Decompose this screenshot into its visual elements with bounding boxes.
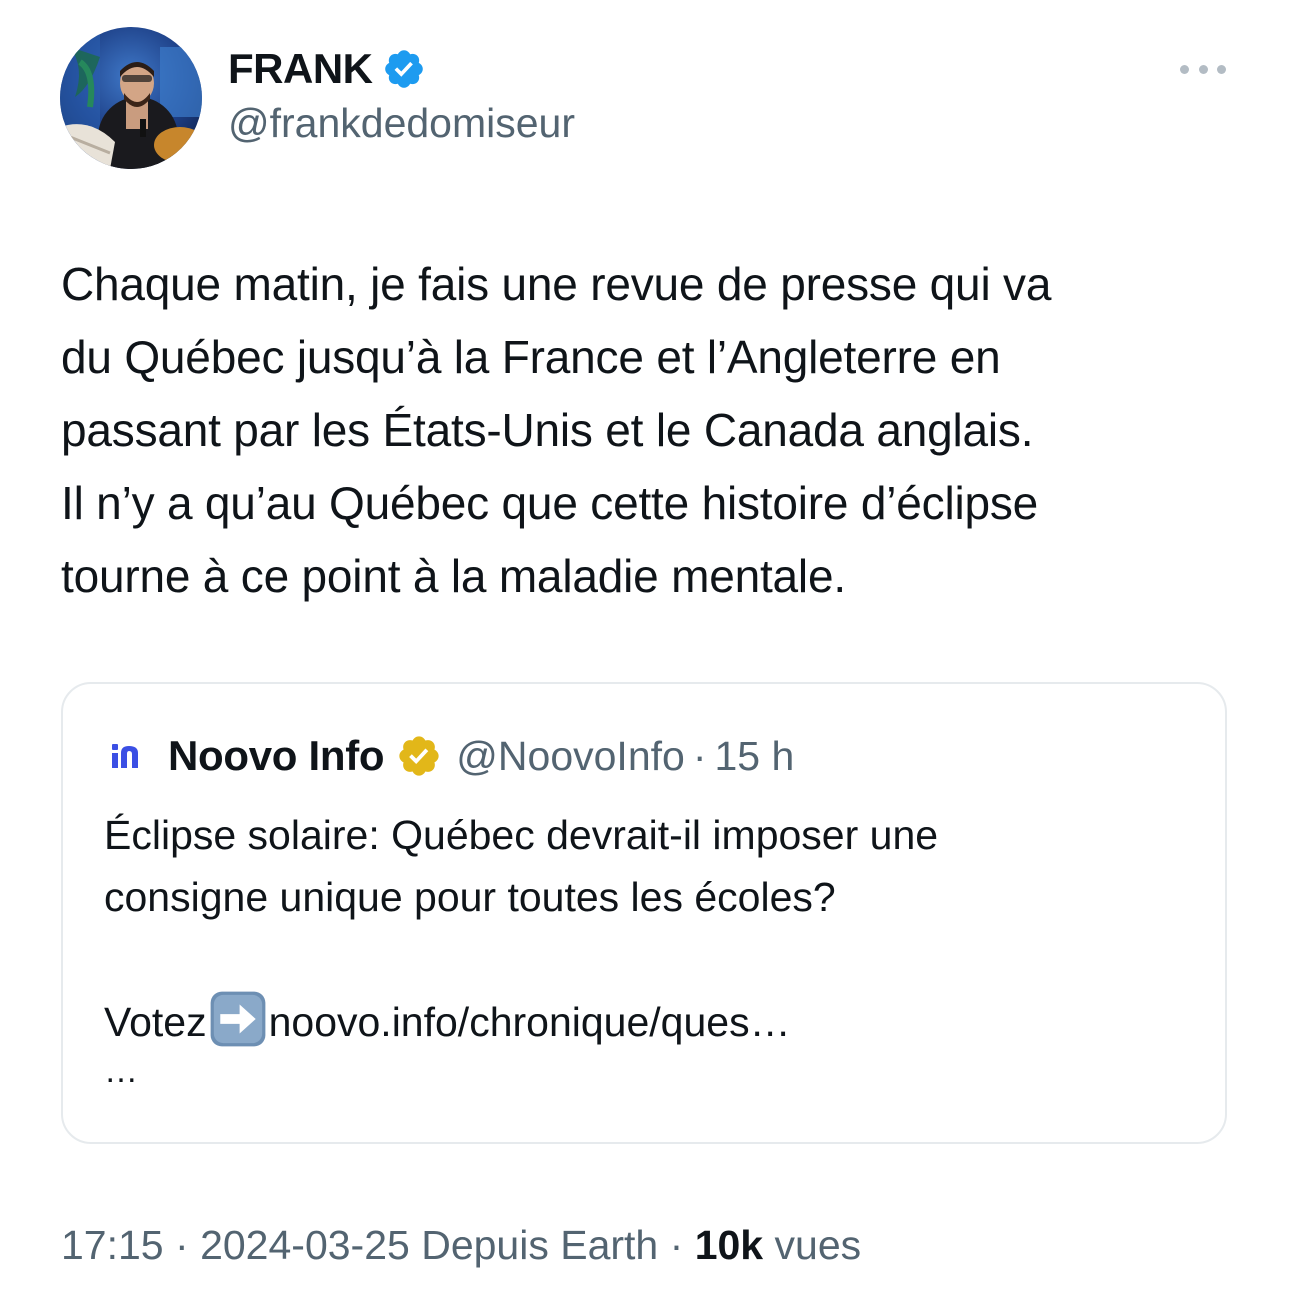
gold-verified-badge-icon bbox=[399, 736, 439, 776]
author-handle[interactable]: @frankdedomiseur bbox=[228, 100, 575, 147]
tweet-text: Chaque matin, je fais une revue de press… bbox=[61, 258, 1052, 602]
quoted-tweet-line-2: consigne unique pour toutes les écoles? bbox=[104, 874, 836, 920]
separator-dot: · bbox=[692, 732, 707, 779]
tweet-metadata: 17:15 · 2024-03-25 Depuis Earth · 10k vu… bbox=[61, 1222, 861, 1269]
quoted-tweet-time[interactable]: 15 h bbox=[714, 733, 794, 780]
quoted-tweet-body: Éclipse solaire: Québec devrait-il impos… bbox=[104, 804, 1194, 1090]
right-arrow-emoji-icon bbox=[210, 991, 265, 1047]
quoted-tweet-line-1: Éclipse solaire: Québec devrait-il impos… bbox=[104, 812, 939, 858]
quoted-tweet-header: Noovo Info @NoovoInfo · 15 h bbox=[106, 730, 794, 782]
avatar[interactable] bbox=[60, 27, 202, 169]
views-count[interactable]: 10k bbox=[695, 1222, 763, 1268]
more-options-icon[interactable] bbox=[1180, 57, 1226, 81]
meta-separator: · bbox=[175, 1222, 189, 1268]
vote-prefix: Votez bbox=[104, 999, 207, 1045]
meta-separator: · bbox=[669, 1222, 684, 1268]
quoted-author-handle[interactable]: @NoovoInfo bbox=[456, 733, 685, 780]
quoted-tweet-truncation: … bbox=[104, 1052, 138, 1090]
tweet-date[interactable]: 2024-03-25 bbox=[200, 1222, 410, 1268]
quoted-tweet-vote-line: Votez noovo.info/chronique/ques… bbox=[104, 990, 1194, 1052]
quoted-author-name[interactable]: Noovo Info bbox=[168, 732, 385, 780]
views-label: vues bbox=[774, 1222, 862, 1268]
tweet-time[interactable]: 17:15 bbox=[61, 1222, 164, 1268]
tweet-source: Depuis Earth bbox=[421, 1222, 659, 1268]
avatar-photo bbox=[60, 27, 202, 169]
tweet-author: FRANK @frankdedomiseur bbox=[228, 40, 575, 147]
quoted-tweet[interactable]: Noovo Info @NoovoInfo · 15 h Éclipse sol… bbox=[61, 682, 1227, 1144]
noovo-logo-icon bbox=[112, 744, 138, 768]
quoted-tweet-link[interactable]: noovo.info/chronique/ques… bbox=[269, 999, 791, 1045]
blue-verified-check-icon bbox=[385, 50, 424, 88]
author-name[interactable]: FRANK bbox=[228, 45, 373, 93]
